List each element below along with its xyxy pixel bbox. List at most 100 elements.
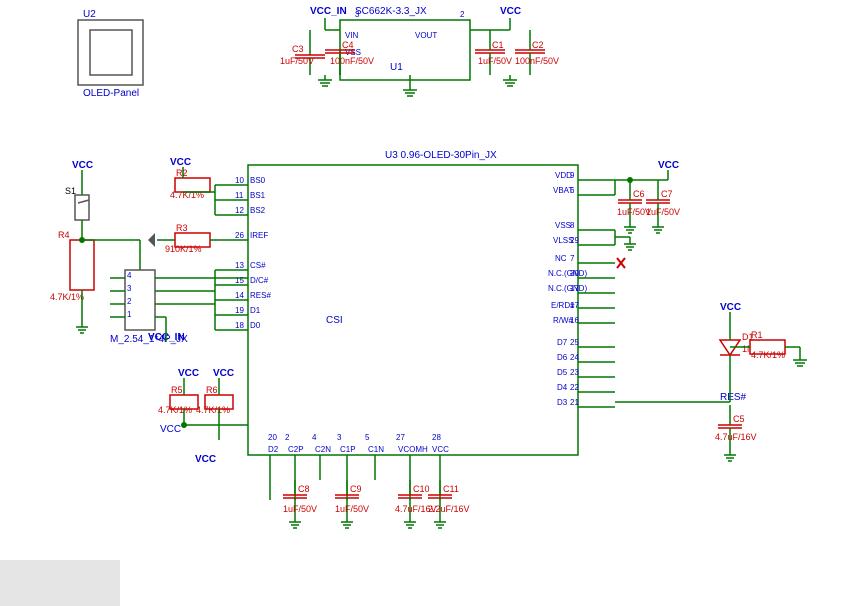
- svg-text:24: 24: [570, 353, 579, 362]
- schematic-container: OLED-Panel U2 VCC_IN SC662K-3.3_JX VCC V…: [0, 0, 857, 606]
- vcc-r5: VCC: [178, 368, 199, 379]
- junction-s1-r4: [79, 237, 85, 243]
- vcc-top-right: VCC: [500, 6, 521, 17]
- svg-text:26: 26: [235, 231, 244, 240]
- vcc-r5r6: VCC: [160, 424, 181, 435]
- u1-title: SC662K-3.3_JX: [355, 6, 427, 17]
- svg-text:14: 14: [235, 291, 244, 300]
- d2-label: D2: [268, 445, 279, 454]
- svg-text:5: 5: [365, 433, 370, 442]
- svg-text:30: 30: [570, 269, 579, 278]
- s1-symbol: [75, 195, 89, 220]
- d6-label: D6: [557, 353, 568, 362]
- c10-ref: C10: [413, 484, 430, 494]
- iref-label: IREF: [250, 231, 268, 240]
- d0-pin-label: D0: [250, 321, 261, 330]
- bs1-label: BS1: [250, 191, 266, 200]
- r3-val: 910K/1%: [165, 244, 202, 254]
- vcc-r6: VCC: [213, 368, 234, 379]
- vcomh-label: VCOMH: [398, 445, 428, 454]
- svg-text:28: 28: [432, 433, 441, 442]
- d1-pin-label: D1: [250, 306, 261, 315]
- svg-text:25: 25: [570, 338, 579, 347]
- bs2-label: BS2: [250, 206, 266, 215]
- c1-ref: C1: [492, 40, 504, 50]
- vcc-right: VCC: [720, 302, 741, 313]
- c2n-label: C2N: [315, 445, 331, 454]
- svg-text:12: 12: [235, 206, 244, 215]
- vcc-r2: VCC: [170, 157, 191, 168]
- c8-val: 1uF/50V: [283, 504, 317, 514]
- vcc-left: VCC: [72, 160, 93, 171]
- junction-vcc-c6: [627, 177, 633, 183]
- svg-text:6: 6: [570, 186, 575, 195]
- u3-box: [248, 165, 578, 455]
- r6-ref: R6: [206, 385, 218, 395]
- svg-text:17: 17: [570, 284, 579, 293]
- c5-ref: C5: [733, 414, 745, 424]
- svg-text:18: 18: [235, 321, 244, 330]
- c2-ref: C2: [532, 40, 544, 50]
- svg-text:3: 3: [127, 284, 132, 293]
- nc-gnd-30: N.C.(GND): [548, 269, 587, 278]
- svg-text:10: 10: [235, 176, 244, 185]
- u1-ref: U1: [390, 62, 403, 73]
- u1-vout: VOUT: [415, 31, 437, 40]
- d7-label: D7: [557, 338, 568, 347]
- u1-vin: VIN: [345, 31, 359, 40]
- d4-label: D4: [557, 383, 568, 392]
- svg-text:3: 3: [337, 433, 342, 442]
- r3-ref: R3: [176, 223, 188, 233]
- vcc-pin28: VCC: [432, 445, 449, 454]
- c5-val: 4.7uF/16V: [715, 432, 757, 442]
- c7-ref: C7: [661, 189, 673, 199]
- nc-label: NC: [555, 254, 567, 263]
- r5-val: 4.7K/1%: [158, 405, 192, 415]
- svg-text:4: 4: [312, 433, 317, 442]
- c9-ref: C9: [350, 484, 362, 494]
- r6-val: 4.7K/1%: [196, 405, 230, 415]
- s1-ref: S1: [65, 186, 76, 196]
- svg-text:2: 2: [285, 433, 290, 442]
- c6-ref: C6: [633, 189, 645, 199]
- svg-text:9: 9: [570, 171, 575, 180]
- svg-text:23: 23: [570, 368, 579, 377]
- r4-val: 4.7K/1%: [50, 292, 84, 302]
- c2p-label: C2P: [288, 445, 304, 454]
- c7-val: 1uF/50V: [646, 207, 680, 217]
- svg-text:8: 8: [570, 221, 575, 230]
- c1n-label: C1N: [368, 445, 384, 454]
- svg-text:7: 7: [570, 254, 575, 263]
- cs-label: CS#: [250, 261, 266, 270]
- u2-ref: U2: [83, 9, 96, 20]
- vcc-u3-right: VCC: [658, 160, 679, 171]
- dc-label: D/C#: [250, 276, 269, 285]
- bs0-label: BS0: [250, 176, 266, 185]
- watermark-area: [0, 560, 120, 606]
- svg-text:29: 29: [570, 236, 579, 245]
- vcc-in-top: VCC_IN: [310, 6, 347, 17]
- c4-val: 100nF/50V: [330, 56, 374, 66]
- svg-text:21: 21: [570, 398, 579, 407]
- res-left-label: RES#: [250, 291, 271, 300]
- r2-ref: R2: [176, 168, 188, 178]
- c1-val: 1uF/50V: [478, 56, 512, 66]
- transistor-symbol: [148, 233, 155, 247]
- d5-label: D5: [557, 368, 568, 377]
- c3-ref: C3: [292, 44, 304, 54]
- nc-gnd-17: N.C.(GND): [548, 284, 587, 293]
- c11-ref: C11: [443, 484, 459, 494]
- r1-ref: R1: [751, 330, 763, 340]
- r4-symbol: [70, 240, 94, 290]
- svg-text:11: 11: [235, 191, 244, 200]
- r4-ref: R4: [58, 230, 70, 240]
- u1-pin3: 3: [355, 10, 360, 19]
- c11-val: 2.2uF/16V: [428, 504, 470, 514]
- svg-text:20: 20: [268, 433, 277, 442]
- c1p-label: C1P: [340, 445, 356, 454]
- c9-val: 1uF/50V: [335, 504, 369, 514]
- vss-label: VSS: [555, 221, 571, 230]
- c8-ref: C8: [298, 484, 310, 494]
- r5-ref: R5: [171, 385, 183, 395]
- u1-pin2: 2: [460, 10, 465, 19]
